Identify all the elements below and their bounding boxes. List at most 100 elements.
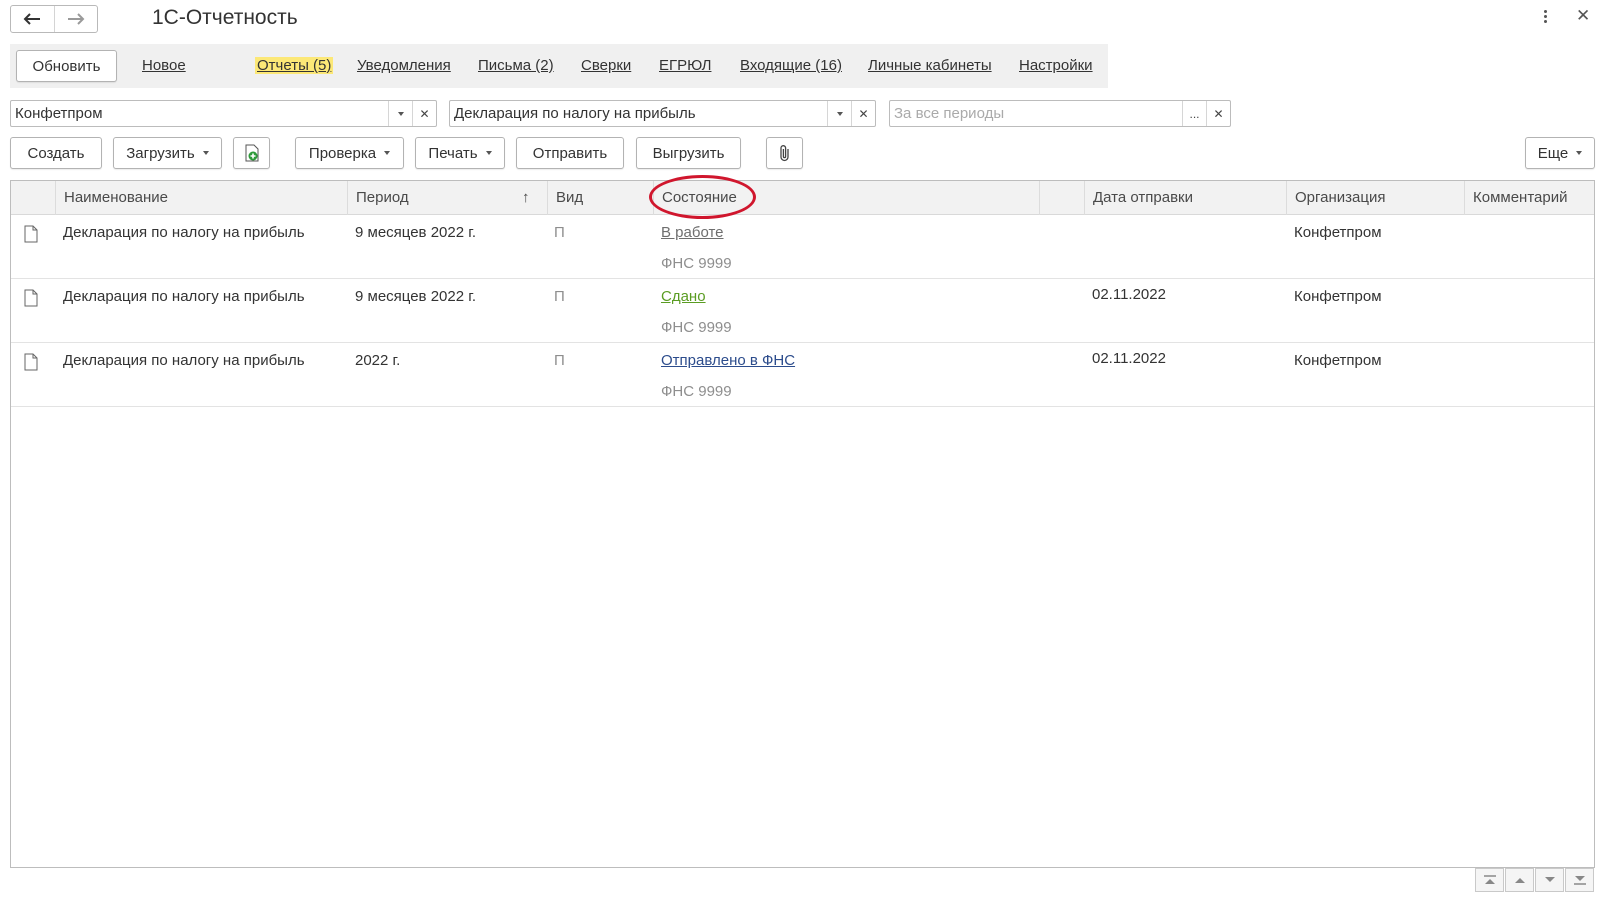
scroll-to-top-button[interactable] xyxy=(1475,868,1504,892)
clear-icon: ✕ xyxy=(858,106,869,121)
row-name: Декларация по налогу на прибыль xyxy=(63,224,305,241)
send-label: Отправить xyxy=(532,144,608,162)
reports-table[interactable]: Наименование Период ↑ Вид Состояние Дата… xyxy=(10,180,1595,868)
chevron-up-icon xyxy=(1514,878,1525,883)
export-label: Выгрузить xyxy=(652,144,725,162)
row-name: Декларация по налогу на прибыль xyxy=(63,352,305,369)
create-label: Создать xyxy=(27,144,85,162)
add-document-icon xyxy=(245,144,258,162)
report-type-dropdown-button[interactable] xyxy=(827,101,851,126)
print-button[interactable]: Печать xyxy=(415,137,505,169)
export-button[interactable]: Выгрузить xyxy=(636,137,741,169)
row-period: 9 месяцев 2022 г. xyxy=(355,224,477,241)
column-header-period[interactable]: Период ↑ xyxy=(347,181,547,215)
report-type-clear-button[interactable]: ✕ xyxy=(851,101,875,126)
more-label: Еще xyxy=(1537,144,1569,162)
check-label: Проверка xyxy=(308,144,377,162)
annotation-circle xyxy=(649,175,756,219)
attach-button[interactable] xyxy=(766,137,803,169)
double-chevron-up-icon xyxy=(1483,875,1496,884)
row-authority: ФНС 9999 xyxy=(661,319,732,336)
sort-ascending-icon: ↑ xyxy=(522,189,530,206)
print-label: Печать xyxy=(428,144,478,162)
scroll-down-button[interactable] xyxy=(1535,868,1564,892)
check-button[interactable]: Проверка xyxy=(295,137,404,169)
paperclip-icon xyxy=(779,145,789,162)
chevron-down-icon xyxy=(1576,151,1583,155)
table-header: Наименование Период ↑ Вид Состояние Дата… xyxy=(11,181,1594,215)
clear-icon: ✕ xyxy=(1213,106,1224,121)
row-organization: Конфетпром xyxy=(1294,224,1382,241)
row-status-link[interactable]: Отправлено в ФНС xyxy=(661,352,795,369)
organization-dropdown-button[interactable] xyxy=(388,101,412,126)
clear-icon: ✕ xyxy=(419,106,430,121)
row-sent-date: 02.11.2022 xyxy=(1092,350,1166,367)
table-row[interactable]: Декларация по налогу на прибыль 2022 г. П 0… xyxy=(11,343,1594,407)
nav-link-settings[interactable]: Настройки xyxy=(1019,57,1093,74)
nav-link-egrul[interactable]: ЕГРЮЛ xyxy=(659,57,711,74)
period-filter[interactable]: За все периоды ... ✕ xyxy=(889,100,1231,127)
row-kind: П xyxy=(554,224,565,241)
chevron-down-icon xyxy=(836,111,843,116)
row-name: Декларация по налогу на прибыль xyxy=(63,288,305,305)
page-title: 1С-Отчетность xyxy=(152,6,298,29)
more-button[interactable]: Еще xyxy=(1525,137,1595,169)
column-header-organization[interactable]: Организация xyxy=(1286,181,1464,215)
row-authority: ФНС 9999 xyxy=(661,383,732,400)
row-status-link[interactable]: Сдано xyxy=(661,288,706,305)
chevron-down-icon xyxy=(1544,877,1555,882)
row-period: 2022 г. xyxy=(355,352,401,369)
chevron-down-icon xyxy=(485,151,492,155)
row-organization: Конфетпром xyxy=(1294,288,1382,305)
nav-link-letters[interactable]: Письма (2) xyxy=(478,57,554,74)
back-button[interactable] xyxy=(11,6,54,32)
column-header-sent-date[interactable]: Дата отправки xyxy=(1084,181,1286,215)
chevron-down-icon xyxy=(202,151,209,155)
document-icon xyxy=(24,289,38,307)
history-nav xyxy=(10,5,98,33)
more-actions-icon[interactable] xyxy=(1540,8,1550,28)
row-sent-date: 02.11.2022 xyxy=(1092,286,1166,303)
organization-filter[interactable]: Конфетпром ✕ xyxy=(10,100,437,127)
organization-clear-button[interactable]: ✕ xyxy=(412,101,436,126)
close-icon[interactable]: ✕ xyxy=(1576,6,1590,26)
add-file-button[interactable] xyxy=(233,137,270,169)
arrow-left-icon xyxy=(23,13,41,25)
create-button[interactable]: Создать xyxy=(10,137,102,169)
row-period: 9 месяцев 2022 г. xyxy=(355,288,477,305)
scroll-to-bottom-button[interactable] xyxy=(1565,868,1594,892)
column-header-comment[interactable]: Комментарий xyxy=(1464,181,1596,215)
nav-link-incoming[interactable]: Входящие (16) xyxy=(740,57,842,74)
row-authority: ФНС 9999 xyxy=(661,255,732,272)
nav-link-reports[interactable]: Отчеты (5) xyxy=(255,57,334,74)
document-icon xyxy=(24,225,38,243)
report-type-filter-value[interactable]: Декларация по налогу на прибыль xyxy=(450,101,827,126)
refresh-button[interactable]: Обновить xyxy=(16,50,117,82)
arrow-right-icon xyxy=(67,13,85,25)
load-button[interactable]: Загрузить xyxy=(113,137,222,169)
nav-link-new[interactable]: Новое xyxy=(142,57,186,74)
organization-filter-value[interactable]: Конфетпром xyxy=(11,101,388,126)
row-status-link[interactable]: В работе xyxy=(661,224,724,241)
send-button[interactable]: Отправить xyxy=(516,137,624,169)
row-organization: Конфетпром xyxy=(1294,352,1382,369)
nav-link-notifications[interactable]: Уведомления xyxy=(357,57,451,74)
column-header-icon xyxy=(11,181,55,215)
nav-link-reconciliations[interactable]: Сверки xyxy=(581,57,631,74)
period-picker-button[interactable]: ... xyxy=(1182,101,1206,126)
chevron-down-icon xyxy=(397,111,404,116)
column-header-blank xyxy=(1039,181,1084,215)
report-type-filter[interactable]: Декларация по налогу на прибыль ✕ xyxy=(449,100,876,127)
period-filter-placeholder[interactable]: За все периоды xyxy=(890,101,1182,126)
column-header-kind[interactable]: Вид xyxy=(547,181,653,215)
forward-button[interactable] xyxy=(53,6,98,32)
table-row[interactable]: Декларация по налогу на прибыль 9 месяцев… xyxy=(11,215,1594,279)
column-header-name[interactable]: Наименование xyxy=(55,181,347,215)
row-kind: П xyxy=(554,352,565,369)
period-clear-button[interactable]: ✕ xyxy=(1206,101,1230,126)
table-row[interactable]: Декларация по налогу на прибыль 9 месяцев… xyxy=(11,279,1594,343)
document-icon xyxy=(24,353,38,371)
nav-link-personal-accounts[interactable]: Личные кабинеты xyxy=(868,57,992,74)
scroll-up-button[interactable] xyxy=(1505,868,1534,892)
column-header-period-label: Период xyxy=(356,189,409,206)
